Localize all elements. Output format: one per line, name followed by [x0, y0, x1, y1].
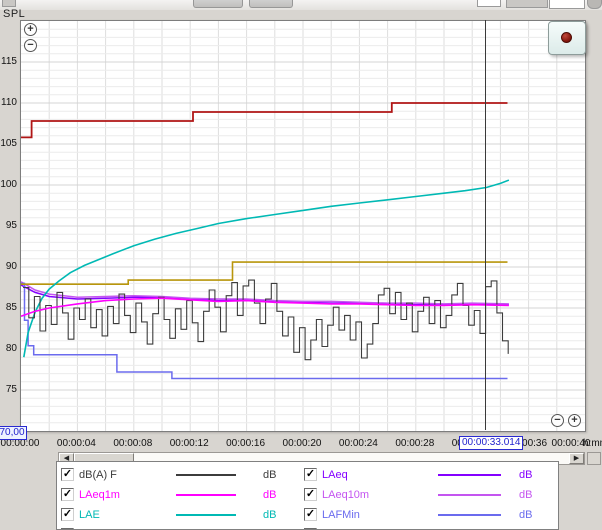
zoom-in-button-bottom[interactable]: +: [568, 414, 581, 427]
top-partial-button-2[interactable]: [249, 0, 293, 8]
y-axis-title: SPL: [3, 8, 26, 20]
record-icon: [561, 32, 572, 43]
series-color-swatch: [438, 474, 501, 476]
series-label: LAeq10m: [322, 489, 370, 501]
y-tick-label: 115: [1, 56, 17, 67]
series-lzpeak: [21, 102, 508, 139]
series-label: LAeq: [322, 469, 348, 481]
scrollbar-corner: [587, 452, 601, 465]
series-unit: dB: [519, 489, 533, 501]
spl-chart-plot-area[interactable]: [20, 20, 586, 432]
top-right-spinner[interactable]: [477, 0, 501, 7]
series-unit: dB: [519, 509, 533, 521]
x-tick-label: 00:00:24: [338, 438, 378, 449]
x-axis-unit: h:mm: [583, 438, 602, 449]
y-tick-label: 75: [5, 384, 17, 395]
series-color-swatch: [438, 514, 501, 516]
chart-cursor-line[interactable]: [485, 20, 486, 430]
legend-row-lafmin: ✓ LAFMin dB: [57, 505, 558, 525]
cursor-time-readout[interactable]: 00:00:33.014: [459, 436, 524, 450]
zoom-out-button-top[interactable]: −: [24, 39, 37, 52]
series-lafmax: [21, 261, 508, 285]
y-tick-label: 105: [0, 138, 17, 149]
legend-row-laeq: ✓ LAeq dB: [57, 465, 558, 485]
record-button[interactable]: [548, 21, 586, 55]
series-checkbox[interactable]: ✓: [304, 468, 317, 481]
y-axis-min-field[interactable]: 70,00: [0, 426, 27, 440]
series-legend-panel: ✓dB(A) FdB✓LAeq1mdB✓LAEdB✓LAFMaxdB✓LAeqd…: [56, 461, 559, 530]
top-partial-button-1[interactable]: [193, 0, 243, 8]
y-tick-label: 95: [5, 220, 17, 231]
y-tick-label: 85: [5, 302, 17, 313]
chart-canvas: [21, 21, 585, 431]
y-tick-label: 110: [1, 97, 17, 108]
series-color-swatch: [438, 494, 501, 496]
y-tick-label: 90: [5, 261, 17, 272]
series-checkbox[interactable]: ✓: [304, 488, 317, 501]
zoom-in-button-top[interactable]: +: [24, 23, 37, 36]
x-tick-label: 00:00:12: [169, 438, 209, 449]
x-tick-label: 00:00:20: [282, 438, 322, 449]
top-left-partial-icon: [2, 0, 16, 7]
series-lae: [23, 179, 510, 358]
y-tick-label: 100: [0, 179, 17, 190]
legend-row-laeq10m: ✓ LAeq10m dB: [57, 485, 558, 505]
x-tick-label: 00:00:08: [113, 438, 153, 449]
top-right-slider[interactable]: [506, 0, 548, 8]
series-checkbox[interactable]: ✓: [304, 508, 317, 521]
series-unit: dB: [519, 469, 533, 481]
top-right-dropdown[interactable]: [549, 0, 585, 9]
zoom-out-button-bottom[interactable]: −: [551, 414, 564, 427]
legend-row-lzpeak: ✓LZpeakdB: [57, 525, 558, 529]
x-tick-label: 00:00:28: [395, 438, 435, 449]
series-lafmin: [21, 282, 508, 380]
x-tick-label: 00:00:04: [56, 438, 96, 449]
y-tick-label: 80: [5, 343, 17, 354]
scroll-right-button[interactable]: ▶: [569, 453, 584, 464]
series-label: LAFMin: [322, 509, 360, 521]
gear-icon[interactable]: [587, 0, 602, 9]
x-tick-label: 00:00:16: [226, 438, 266, 449]
